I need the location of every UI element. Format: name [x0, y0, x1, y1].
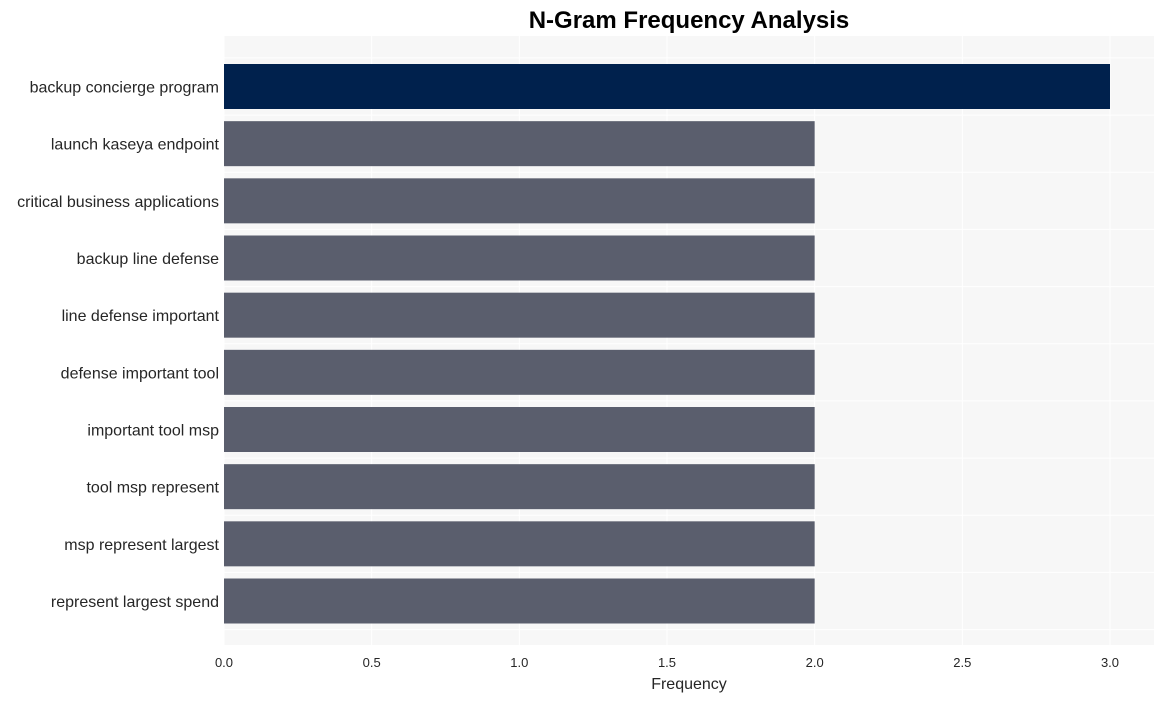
x-tick-label: 3.0: [1101, 655, 1119, 670]
y-tick-label: represent largest spend: [51, 594, 219, 611]
bar: [224, 178, 815, 224]
y-tick-label: backup concierge program: [30, 80, 219, 97]
x-tick-label: 1.0: [510, 655, 528, 670]
x-axis-ticks: 0.0 0.5 1.0 1.5 2.0 2.5 3.0: [215, 655, 1119, 670]
y-tick-label: launch kaseya endpoint: [51, 137, 220, 154]
x-tick-label: 2.5: [953, 655, 971, 670]
y-axis-labels: backup concierge program launch kaseya en…: [17, 80, 219, 612]
y-tick-label: backup line defense: [77, 251, 219, 268]
bar: [224, 64, 1110, 109]
chart-title: N-Gram Frequency Analysis: [529, 7, 850, 34]
bar: [224, 235, 815, 281]
y-tick-label: defense important tool: [61, 365, 219, 382]
bar: [224, 121, 815, 167]
x-tick-label: 0.0: [215, 655, 233, 670]
bar: [224, 292, 815, 338]
x-tick-label: 0.5: [363, 655, 381, 670]
bar: [224, 407, 815, 452]
x-axis-label: Frequency: [651, 676, 727, 693]
y-tick-label: line defense important: [62, 308, 220, 325]
ngram-bar-chart: backup concierge program launch kaseya en…: [17, 7, 1154, 693]
bar: [224, 521, 815, 567]
y-tick-label: tool msp represent: [86, 480, 219, 497]
bar: [224, 464, 815, 510]
bar: [224, 349, 815, 395]
bar: [224, 578, 815, 624]
x-tick-label: 1.5: [658, 655, 676, 670]
y-tick-label: critical business applications: [17, 194, 219, 211]
y-tick-label: msp represent largest: [64, 537, 219, 554]
x-tick-label: 2.0: [806, 655, 824, 670]
y-tick-label: important tool msp: [87, 423, 219, 440]
